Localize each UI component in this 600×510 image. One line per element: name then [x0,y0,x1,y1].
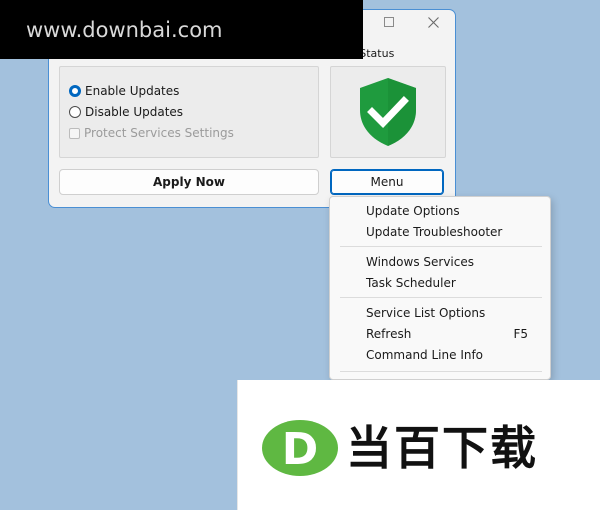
disable-updates-option[interactable]: Disable Updates [69,105,183,119]
window-controls [367,10,455,34]
watermark-banner: www.downbai.com [0,0,363,59]
disable-updates-radio[interactable] [69,106,81,118]
logo-text: 当百下载 [346,421,538,475]
watermark-url: www.downbai.com [26,17,223,42]
menu-item-label: Update Options [366,204,460,218]
menu-item-label: Windows Services [366,255,474,269]
status-panel [330,66,446,158]
protect-services-label: Protect Services Settings [84,126,234,140]
enable-updates-option[interactable]: Enable Updates [69,84,179,98]
protect-services-option[interactable]: Protect Services Settings [69,126,234,140]
menu-separator [340,297,542,298]
context-menu: Update Options Update Troubleshooter Win… [329,196,551,380]
disable-updates-label: Disable Updates [85,105,184,119]
close-button[interactable] [411,10,455,34]
menu-separator [340,371,542,372]
menu-item-update-options[interactable]: Update Options [366,201,528,221]
protect-services-checkbox[interactable] [69,127,80,139]
watermark-logo-panel: D 当百下载 [237,380,600,510]
menu-button[interactable]: Menu [330,169,444,195]
logo-letter: D [282,424,319,475]
menu-item-label: Command Line Info [366,348,484,362]
menu-item-label: Refresh [366,327,412,341]
menu-item-shortcut: F5 [513,327,528,341]
shield-check-icon [360,78,416,146]
close-icon [427,16,439,28]
menu-item-windows-services[interactable]: Windows Services [366,252,528,272]
maximize-icon [384,17,394,27]
menu-item-update-troubleshooter[interactable]: Update Troubleshooter [366,222,528,242]
menu-item-label: Service List Options [366,306,486,320]
menu-item-label: Task Scheduler [366,276,456,290]
menu-separator [340,246,542,247]
enable-updates-radio[interactable] [69,85,81,97]
maximize-button[interactable] [367,10,411,34]
downbai-logo: D 当百下载 [262,420,538,476]
enable-updates-label: Enable Updates [85,84,180,98]
menu-item-service-list-options[interactable]: Service List Options [366,303,528,323]
apply-now-button[interactable]: Apply Now [59,169,319,195]
menu-item-refresh[interactable]: Refresh F5 [366,324,528,344]
menu-item-label: Update Troubleshooter [366,225,503,239]
menu-item-task-scheduler[interactable]: Task Scheduler [366,273,528,293]
update-options-group: Enable Updates Disable Updates Protect S… [59,66,319,158]
menu-item-command-line-info[interactable]: Command Line Info [366,345,528,365]
